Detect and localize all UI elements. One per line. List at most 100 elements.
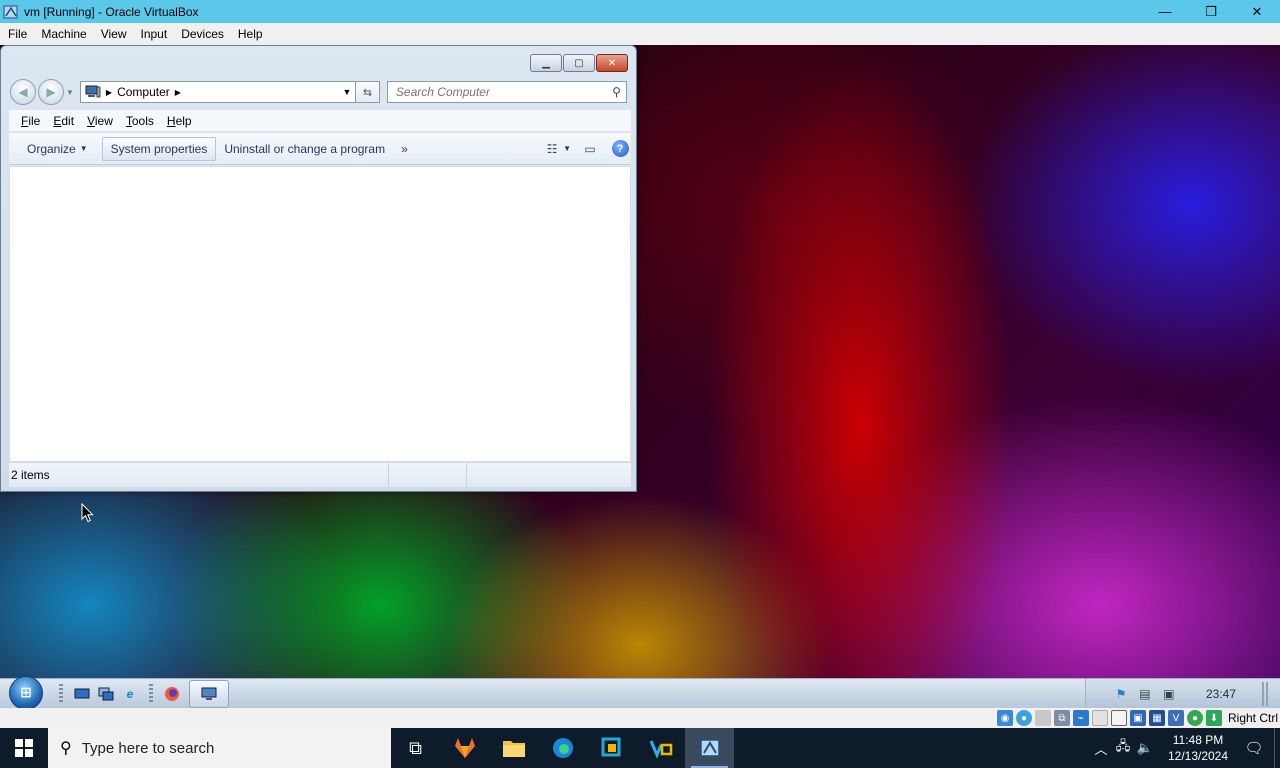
help-button[interactable]: ?	[609, 138, 631, 160]
explorer-menu-view[interactable]: View	[87, 114, 113, 128]
back-button[interactable]: ◀	[10, 79, 36, 105]
explorer-menu-tools[interactable]: Tools	[126, 114, 154, 128]
optical-drive-icon[interactable]: ●	[1015, 710, 1032, 726]
show-hidden-icons-chevron-icon[interactable]: ︿	[1090, 739, 1112, 758]
menu-file[interactable]: File	[2, 27, 33, 41]
explorer-minimize-button[interactable]: ▁	[530, 54, 562, 72]
file-explorer-icon[interactable]	[489, 728, 538, 768]
breadcrumb-chevron-icon[interactable]: ▶	[175, 88, 181, 97]
uninstall-program-button[interactable]: Uninstall or change a program	[216, 137, 393, 161]
close-button[interactable]: ✕	[1234, 0, 1280, 23]
action-center-icon[interactable]: 🗨	[1234, 728, 1274, 768]
explorer-menu-file[interactable]: File	[21, 114, 40, 128]
show-desktop-button[interactable]	[1274, 728, 1280, 768]
taskbar-explorer-button[interactable]	[189, 679, 229, 708]
edge-icon[interactable]	[538, 728, 587, 768]
window-title: vm [Running] - Oracle VirtualBox	[24, 4, 199, 19]
explorer-menubar: File Edit View Tools Help	[9, 110, 631, 132]
explorer-menu-edit[interactable]: Edit	[53, 114, 74, 128]
status-section	[467, 463, 631, 487]
view-dropdown-icon[interactable]: ▼	[563, 144, 571, 153]
network-status-icon[interactable]: 🖧	[1112, 737, 1134, 759]
host-search-box[interactable]: ⚲ Type here to search	[48, 728, 391, 768]
keyboard-icon[interactable]: ⬇	[1205, 710, 1222, 726]
minimize-button[interactable]: —	[1142, 0, 1188, 23]
menu-help[interactable]: Help	[232, 27, 269, 41]
vmware-tools-icon[interactable]: ⚑	[1112, 685, 1130, 703]
explorer-status-bar: 2 items	[9, 463, 631, 487]
search-box[interactable]: ⚲	[386, 81, 627, 103]
app-cube-icon[interactable]	[587, 728, 636, 768]
system-properties-button[interactable]: System properties	[101, 136, 217, 161]
vbox-titlebar: vm [Running] - Oracle VirtualBox — ❐ ✕	[0, 0, 1280, 23]
explorer-computer-icon	[201, 687, 217, 700]
host-clock[interactable]: 11:48 PM 12/13/2024	[1162, 732, 1234, 764]
network-icon[interactable]: ⧉	[1053, 710, 1070, 726]
explorer-maximize-button[interactable]: ▢	[563, 54, 595, 72]
forward-button[interactable]: ▶	[38, 79, 64, 105]
guest-desktop[interactable]: ▁ ▢ ✕ ◀ ▶ ▼ ▶ Computer ▶ ▼ ⇆ ⚲	[0, 45, 1280, 708]
network-icon[interactable]: ▣	[1160, 685, 1178, 703]
explorer-menu-help[interactable]: Help	[167, 114, 192, 128]
start-button[interactable]: ⊞	[9, 675, 43, 708]
explorer-close-button[interactable]: ✕	[596, 54, 628, 72]
preview-pane-button[interactable]: ▭	[579, 138, 601, 160]
cpu-icon[interactable]: V	[1167, 710, 1184, 726]
menu-devices[interactable]: Devices	[175, 27, 230, 41]
refresh-button[interactable]: ⇆	[355, 81, 380, 103]
audio-icon[interactable]	[1034, 710, 1051, 726]
volume-muted-icon[interactable]: 🔈	[1134, 740, 1156, 756]
shared-folders-icon[interactable]	[1091, 710, 1108, 726]
computer-icon	[85, 85, 101, 98]
host-taskbar: ⚲ Type here to search ⧉ ︿ 🖧 🔈 11:48 PM 1…	[0, 728, 1280, 768]
host-start-button[interactable]	[0, 728, 48, 768]
menu-machine[interactable]: Machine	[35, 27, 92, 41]
more-label: »	[401, 141, 408, 156]
internet-explorer-icon[interactable]: e	[121, 685, 139, 703]
maximize-icon: ▢	[574, 57, 584, 69]
windows-logo-icon: ⊞	[20, 684, 32, 700]
menu-view[interactable]: View	[95, 27, 133, 41]
show-desktop-strip[interactable]	[1262, 681, 1270, 706]
capture-icon[interactable]: ▦	[1148, 710, 1165, 726]
guest-clock[interactable]: 23:47	[1206, 687, 1236, 701]
more-commands-button[interactable]: »	[393, 137, 416, 161]
switch-windows-icon[interactable]	[97, 685, 115, 703]
notes-icon[interactable]: ▤	[1136, 685, 1154, 703]
restore-button[interactable]: ❐	[1188, 0, 1234, 23]
search-input[interactable]	[395, 85, 606, 99]
breadcrumb-computer[interactable]: Computer	[117, 85, 170, 99]
show-desktop-icon[interactable]	[73, 685, 91, 703]
explorer-window: ▁ ▢ ✕ ◀ ▶ ▼ ▶ Computer ▶ ▼ ⇆ ⚲	[0, 45, 637, 492]
task-view-icon[interactable]: ⧉	[391, 728, 440, 768]
minimize-icon: ▁	[542, 57, 550, 69]
menu-input[interactable]: Input	[135, 27, 174, 41]
breadcrumb-chevron-icon[interactable]: ▶	[106, 88, 112, 97]
host-pinned-apps: ⧉	[391, 728, 734, 768]
change-view-button[interactable]: ☷	[541, 138, 563, 160]
address-bar[interactable]: ▶ Computer ▶ ▼	[79, 81, 356, 103]
view-options-icon: ☷	[546, 141, 558, 156]
address-row: ◀ ▶ ▼ ▶ Computer ▶ ▼ ⇆ ⚲	[10, 79, 630, 105]
virtualbox-icon[interactable]	[685, 728, 734, 768]
host-key-label[interactable]: Right Ctrl	[1228, 711, 1278, 725]
gitlab-icon[interactable]	[440, 728, 489, 768]
vbox-menubar: File Machine View Input Devices Help	[0, 23, 1280, 45]
toolbar-grip[interactable]	[59, 683, 63, 704]
firefox-icon[interactable]	[163, 685, 181, 703]
search-icon[interactable]: ⚲	[612, 85, 621, 99]
address-dropdown-icon[interactable]: ▼	[339, 87, 355, 97]
quick-launch: e	[55, 683, 181, 704]
organize-label: Organize	[27, 141, 76, 156]
vmware-icon[interactable]	[636, 728, 685, 768]
usb-icon[interactable]: ⌁	[1072, 710, 1089, 726]
display-icon[interactable]	[1110, 710, 1127, 726]
mouse-integration-icon[interactable]: ●	[1186, 710, 1203, 726]
toolbar-grip[interactable]	[149, 683, 153, 704]
organize-button[interactable]: Organize ▼	[19, 137, 96, 161]
recent-pages-dropdown[interactable]: ▼	[66, 88, 74, 97]
recording-icon[interactable]: ▣	[1129, 710, 1146, 726]
back-arrow-icon: ◀	[18, 85, 28, 99]
file-list-area[interactable]	[9, 166, 631, 462]
hard-disk-icon[interactable]: ◉	[996, 710, 1013, 726]
